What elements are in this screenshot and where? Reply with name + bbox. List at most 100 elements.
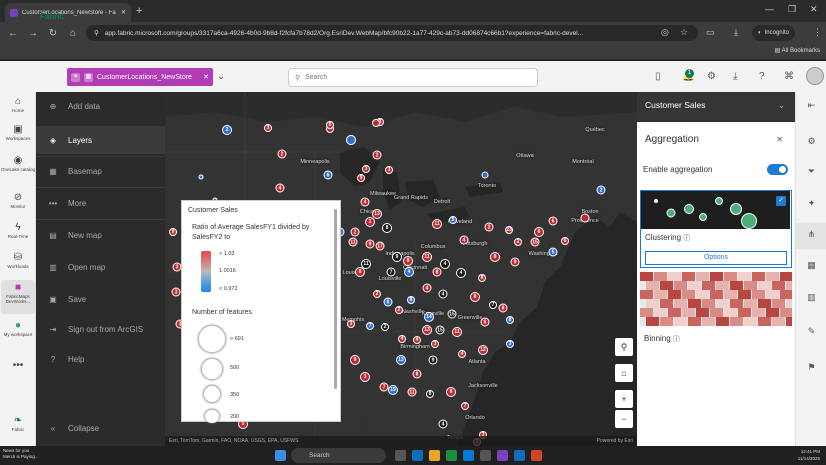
nav-basemap[interactable]: ▦ Basemap bbox=[36, 157, 165, 185]
legend-scrollbar[interactable] bbox=[334, 209, 337, 389]
address-bar[interactable]: ⚲ app.fabric.microsoft.com/groups/3317a6… bbox=[86, 25, 698, 41]
cluster-marker[interactable]: 9 bbox=[365, 239, 375, 249]
cluster-marker[interactable]: 7 bbox=[489, 301, 497, 309]
workspace-item-chip[interactable]: ✦ ▦ CustomerLocations_NewStore ✕ bbox=[67, 68, 213, 86]
chevron-down-icon[interactable]: ⌄ bbox=[217, 71, 225, 82]
cluster-marker[interactable]: 6 bbox=[383, 297, 393, 307]
back-icon[interactable]: ← bbox=[6, 28, 20, 39]
cluster-marker[interactable]: 13 bbox=[372, 209, 382, 219]
panel-toggle-icon[interactable]: ▯ bbox=[655, 71, 661, 82]
cluster-marker[interactable] bbox=[372, 119, 380, 127]
cluster-marker[interactable]: 3 bbox=[347, 320, 355, 328]
cluster-marker[interactable]: 6 bbox=[323, 170, 333, 180]
home-icon[interactable]: ⌂ bbox=[66, 28, 80, 39]
task-view-icon[interactable] bbox=[395, 450, 406, 461]
cluster-marker[interactable]: 2 bbox=[373, 290, 381, 298]
cluster-marker[interactable]: 8 bbox=[506, 316, 514, 324]
start-icon[interactable] bbox=[275, 450, 286, 461]
share-icon[interactable]: ⌘ bbox=[784, 71, 794, 82]
rail-item-fabricmaps[interactable]: ■ FabricMaps DevWorks... bbox=[0, 282, 36, 304]
cluster-marker[interactable]: 9 bbox=[510, 257, 520, 267]
system-clock[interactable]: 12:41 PM 11/14/2025 bbox=[798, 448, 820, 462]
reload-icon[interactable]: ↻ bbox=[46, 28, 60, 39]
rail-item-fabric[interactable]: ❧ Fabric bbox=[0, 415, 36, 432]
cluster-marker[interactable]: 8 bbox=[446, 387, 456, 397]
cast-icon[interactable]: ▭ bbox=[706, 27, 715, 38]
cluster-marker[interactable]: 9 bbox=[169, 228, 177, 236]
forward-icon[interactable]: → bbox=[26, 28, 40, 39]
cluster-marker[interactable]: 8 bbox=[490, 252, 500, 262]
copilot-icon[interactable] bbox=[412, 450, 423, 461]
cluster-marker[interactable] bbox=[346, 135, 356, 145]
news-widget[interactable]: News for you Merck is Paying... bbox=[3, 448, 39, 460]
cluster-marker[interactable]: 3 bbox=[431, 340, 439, 348]
cluster-marker[interactable]: 12 bbox=[478, 345, 488, 355]
cluster-marker[interactable]: 8 bbox=[426, 390, 434, 398]
cluster-marker[interactable]: 8 bbox=[498, 303, 508, 313]
cluster-marker[interactable]: 6 bbox=[548, 216, 558, 226]
cluster-marker[interactable]: 8 bbox=[355, 267, 365, 277]
cluster-marker[interactable]: 4 bbox=[275, 183, 285, 193]
search-map-icon[interactable]: ⚲ bbox=[615, 338, 633, 356]
labels-icon[interactable]: ⚑ bbox=[796, 362, 826, 373]
cluster-marker[interactable]: 2 bbox=[277, 149, 287, 159]
filter-icon[interactable]: ⏷ bbox=[796, 166, 826, 177]
cluster-marker[interactable]: 6 bbox=[534, 227, 544, 237]
site-info-icon[interactable]: ⚲ bbox=[94, 29, 99, 37]
cluster-marker[interactable]: 7 bbox=[386, 267, 396, 277]
properties-icon[interactable]: ⚙ bbox=[796, 136, 826, 147]
rail-item-monitor[interactable]: ⊘ Monitor bbox=[0, 192, 36, 209]
cluster-marker[interactable]: 11 bbox=[422, 252, 432, 262]
taskbar-search[interactable]: Search bbox=[291, 448, 386, 463]
cluster-marker[interactable]: 2 bbox=[395, 306, 403, 314]
close-icon[interactable]: ✕ bbox=[776, 135, 783, 144]
cluster-marker[interactable]: 4 bbox=[404, 267, 414, 277]
new-tab-icon[interactable]: + bbox=[136, 5, 142, 17]
nav-open-map[interactable]: ▥ Open map bbox=[36, 253, 165, 281]
cluster-marker[interactable]: 8 bbox=[478, 274, 486, 282]
cluster-marker[interactable]: 19 bbox=[388, 385, 398, 395]
cluster-marker[interactable]: 8 bbox=[403, 256, 413, 266]
rail-item-my-workspace[interactable]: ● My workspace bbox=[0, 320, 36, 337]
fabric-brand[interactable]: Fabric bbox=[40, 12, 64, 21]
table-icon[interactable]: ▦ bbox=[796, 260, 826, 271]
cluster-marker[interactable]: 11 bbox=[452, 327, 462, 337]
cluster-marker[interactable]: 6 bbox=[561, 237, 569, 245]
cluster-marker[interactable]: 9 bbox=[357, 174, 365, 182]
cluster-marker[interactable]: 2 bbox=[372, 150, 382, 160]
aggregation-icon[interactable]: ⋔ bbox=[796, 229, 826, 240]
powerpoint-icon[interactable] bbox=[531, 450, 542, 461]
cluster-marker[interactable]: 3 bbox=[360, 372, 370, 382]
cluster-marker[interactable]: 4 bbox=[438, 289, 448, 299]
collapse-button[interactable]: « Collapse bbox=[36, 414, 165, 442]
cluster-marker[interactable]: 15 bbox=[447, 309, 457, 319]
cluster-marker[interactable]: 7 bbox=[461, 402, 469, 410]
file-explorer-icon[interactable] bbox=[429, 450, 440, 461]
cluster-marker[interactable]: 4 bbox=[398, 335, 406, 343]
cluster-marker[interactable]: 9 bbox=[350, 355, 360, 365]
cluster-marker[interactable]: 8 bbox=[470, 292, 480, 302]
cluster-marker[interactable]: 1 bbox=[365, 217, 375, 227]
store-icon[interactable] bbox=[480, 450, 491, 461]
close-window-icon[interactable]: ✕ bbox=[810, 4, 818, 15]
clustering-options-button[interactable]: Options bbox=[645, 251, 787, 265]
rail-item-workspaces[interactable]: ▣ Workspaces bbox=[0, 124, 36, 141]
chevron-down-icon[interactable]: ⌄ bbox=[778, 100, 785, 111]
close-tab-icon[interactable]: ✕ bbox=[121, 9, 126, 16]
cluster-marker[interactable]: 9 bbox=[392, 252, 402, 262]
cluster-marker[interactable]: 4 bbox=[413, 336, 421, 344]
binning-option-card[interactable]: Binning ⓘ bbox=[640, 272, 792, 352]
cluster-marker[interactable]: 2 bbox=[350, 227, 360, 237]
cluster-marker[interactable]: 8 bbox=[382, 223, 392, 233]
powered-by-esri[interactable]: Powered by Esri bbox=[597, 438, 633, 444]
star-icon[interactable]: ☆ bbox=[680, 27, 688, 38]
minimize-icon[interactable]: — bbox=[765, 4, 774, 14]
cluster-marker[interactable]: 11 bbox=[432, 219, 442, 229]
expand-icon[interactable]: ⇤ bbox=[796, 100, 826, 111]
cluster-marker[interactable]: 4 bbox=[438, 419, 448, 429]
cluster-marker[interactable]: 5 bbox=[548, 247, 558, 257]
charts-icon[interactable]: ▥ bbox=[796, 292, 826, 303]
cluster-marker[interactable] bbox=[198, 174, 204, 180]
settings-gear-icon[interactable]: ⚙ bbox=[707, 71, 716, 82]
cluster-marker[interactable]: 3 bbox=[264, 124, 272, 132]
